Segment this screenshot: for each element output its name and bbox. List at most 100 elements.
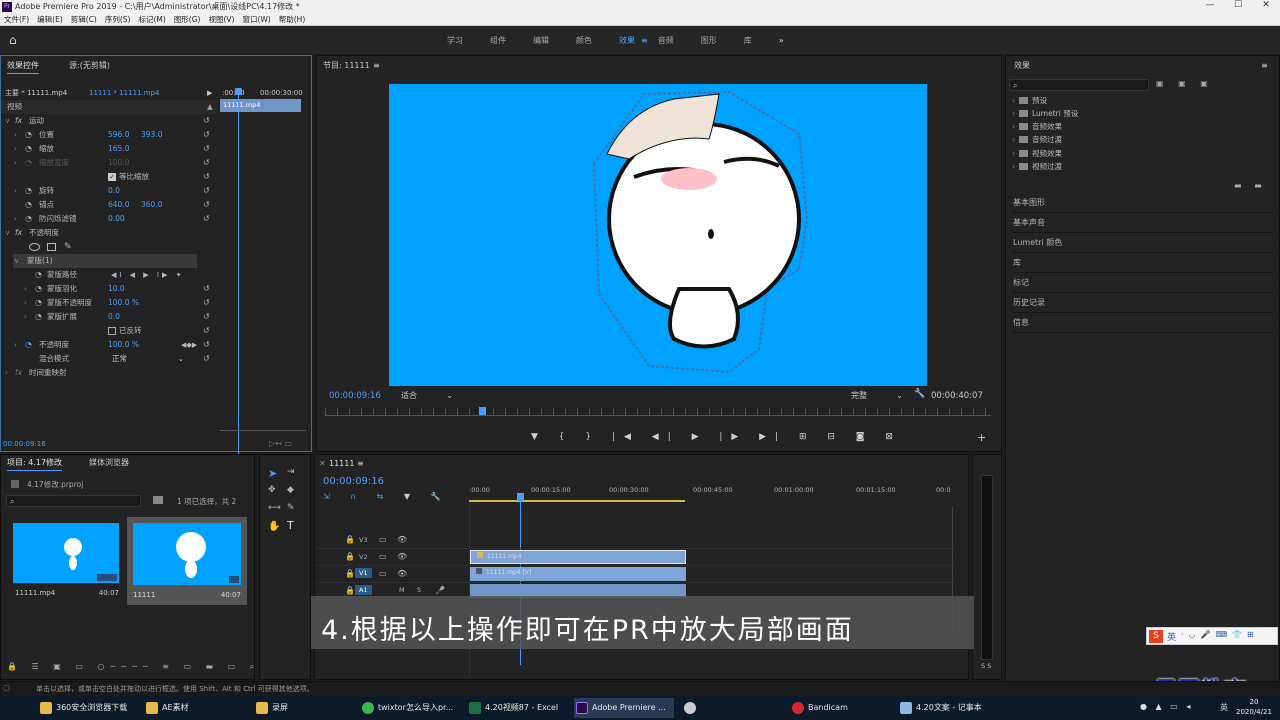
taskbar-item[interactable]: 4.20文案 - 记事本 bbox=[898, 698, 982, 718]
minimize-button[interactable]: — bbox=[1196, 0, 1224, 10]
project-item-selected[interactable]: 11111 40:07 bbox=[127, 517, 247, 605]
project-item[interactable]: 11111.mp4 40:07 bbox=[11, 519, 121, 599]
reset-icon[interactable]: ↺ bbox=[203, 212, 210, 226]
reset-icon[interactable]: ↺ bbox=[203, 324, 210, 338]
effects-search-input[interactable]: ⌕ bbox=[1009, 79, 1149, 91]
program-time-ruler[interactable] bbox=[325, 408, 991, 416]
stopwatch-icon[interactable]: ◔ bbox=[25, 198, 32, 212]
audio-meter-solo-labels[interactable]: S S bbox=[981, 662, 991, 670]
taskbar-item[interactable] bbox=[682, 698, 702, 718]
keyframe-nav-icon[interactable]: ◀◆▶ bbox=[181, 338, 197, 352]
ime-mode[interactable]: 英 bbox=[1167, 630, 1176, 643]
menu-clip[interactable]: 剪辑(C) bbox=[67, 14, 101, 25]
opacity-twirl-icon[interactable]: ∨ bbox=[5, 226, 10, 240]
effect-controls-tab[interactable]: 效果控件 bbox=[7, 58, 39, 74]
workspace-tab-graphics[interactable]: 图形 bbox=[701, 35, 717, 46]
timeline-ruler[interactable]: :00:00 00:00:15:00 00:00:30:00 00:00:45:… bbox=[469, 483, 955, 503]
rotation-twirl-icon[interactable]: › bbox=[14, 184, 17, 198]
workspace-tab-libraries[interactable]: 库 bbox=[744, 35, 752, 46]
effects-filter-icons[interactable]: ▣ ▣ ▣ bbox=[1156, 79, 1214, 88]
workspace-more-icon[interactable]: » bbox=[779, 36, 784, 45]
clip-v2[interactable]: 11111.mp4 bbox=[470, 550, 686, 564]
menu-markers[interactable]: 标记(M) bbox=[134, 14, 169, 25]
panel-info[interactable]: 信息 bbox=[1013, 313, 1273, 333]
taskbar-item[interactable]: 录屏 bbox=[254, 698, 288, 718]
taskbar-item[interactable]: AE素材 bbox=[144, 698, 189, 718]
mask-label[interactable]: 蒙版(1) bbox=[27, 254, 53, 268]
pen-tool-icon[interactable]: ✎ bbox=[287, 503, 295, 513]
type-tool-icon[interactable]: T bbox=[287, 519, 294, 532]
workspace-tab-audio[interactable]: 音频 bbox=[658, 35, 674, 46]
program-transport-controls[interactable]: ▼ { } |◀ ◀| ▶ |▶ ▶| ⊞ ⊟ ◙ ⊠ bbox=[531, 432, 893, 442]
workspace-tab-assembly[interactable]: 组件 bbox=[490, 35, 506, 46]
effects-item-lumetri-presets[interactable]: › Lumetri 预设 bbox=[1012, 107, 1078, 120]
anchor-y-value[interactable]: 360.0 bbox=[141, 198, 162, 212]
timeline-playhead-handle[interactable] bbox=[517, 493, 524, 501]
mask-track-controls[interactable]: ◀I ◀ ▶ I▶ ✦ bbox=[111, 268, 184, 282]
taskbar-item-active[interactable]: Adobe Premiere ... bbox=[574, 698, 674, 718]
ec-clip-bar[interactable]: 11111.mp4 bbox=[220, 99, 301, 112]
reset-icon[interactable]: ↺ bbox=[203, 296, 210, 310]
workspace-tab-learn[interactable]: 学习 bbox=[447, 35, 463, 46]
reset-icon[interactable]: ↺ bbox=[203, 156, 210, 170]
stopwatch-icon[interactable]: ◔ bbox=[35, 282, 42, 296]
mute-icon[interactable]: M bbox=[399, 586, 405, 594]
time-remap-twirl-icon[interactable]: › bbox=[5, 366, 8, 380]
ec-zoom-scrollbar[interactable] bbox=[220, 430, 306, 436]
effects-item-presets[interactable]: › 预设 bbox=[1012, 94, 1047, 107]
reset-icon[interactable]: ↺ bbox=[203, 198, 210, 212]
panel-essential-sound[interactable]: 基本声音 bbox=[1013, 213, 1273, 233]
ec-playhead[interactable] bbox=[238, 88, 239, 456]
ec-playhead-handle[interactable] bbox=[235, 88, 242, 95]
rotation-value[interactable]: 0.0 bbox=[108, 184, 120, 198]
eye-icon[interactable]: 👁 bbox=[397, 552, 407, 561]
position-y-value[interactable]: 393.0 bbox=[141, 128, 162, 142]
microphone-icon[interactable]: 🎤 bbox=[435, 586, 445, 595]
program-monitor-title[interactable]: 节目: 11111 bbox=[323, 58, 370, 74]
fit-select[interactable]: 适合 ⌄ bbox=[401, 390, 455, 402]
menu-window[interactable]: 窗口(W) bbox=[238, 14, 274, 25]
razor-tool-icon[interactable]: ◆ bbox=[287, 485, 294, 495]
scale-twirl-icon[interactable]: › bbox=[14, 142, 17, 156]
flicker-twirl-icon[interactable]: › bbox=[14, 212, 17, 226]
taskbar-item[interactable]: 4.20视频87 - Excel bbox=[467, 698, 558, 718]
stopwatch-icon[interactable]: ◔ bbox=[35, 268, 42, 282]
ripple-edit-tool-icon[interactable]: ✥ bbox=[268, 485, 276, 495]
add-button-icon[interactable]: + bbox=[977, 431, 986, 444]
project-search-input[interactable]: ⌕ bbox=[6, 495, 141, 507]
mask-twirl-icon[interactable]: ∨ bbox=[14, 254, 19, 268]
workspace-menu-icon[interactable]: ≡ bbox=[641, 36, 648, 45]
close-button[interactable]: ✕ bbox=[1252, 0, 1280, 10]
sequence-clip-label[interactable]: 11111 * 11111.mp4 bbox=[89, 85, 159, 101]
master-clip-label[interactable]: 主要 * 11111.mp4 bbox=[5, 85, 67, 101]
uniform-scale-checkbox[interactable]: ✓ bbox=[108, 173, 116, 181]
panel-essential-graphics[interactable]: 基本图形 bbox=[1013, 193, 1273, 213]
effects-item-video-effects[interactable]: › 视频效果 bbox=[1012, 147, 1062, 160]
stopwatch-icon[interactable]: ◔ bbox=[25, 212, 32, 226]
selection-tool-icon[interactable]: ➤ bbox=[268, 467, 277, 480]
ec-footer-icons[interactable]: ▷↤ ▭ bbox=[269, 439, 292, 448]
scale-value[interactable]: 165.0 bbox=[108, 142, 129, 156]
workspace-tab-color[interactable]: 颜色 bbox=[576, 35, 592, 46]
reset-icon[interactable]: ↺ bbox=[203, 184, 210, 198]
panel-history[interactable]: 历史记录 bbox=[1013, 293, 1273, 313]
mask-opacity-value[interactable]: 100.0 % bbox=[108, 296, 139, 310]
timeline-sequence-tab[interactable]: 11111 bbox=[329, 456, 354, 472]
lock-icon[interactable]: 🔒 bbox=[345, 569, 355, 578]
track-output-icon[interactable]: ▭ bbox=[379, 569, 387, 578]
program-canvas[interactable] bbox=[389, 84, 927, 386]
menu-help[interactable]: 帮助(H) bbox=[275, 14, 310, 25]
eye-icon[interactable]: 👁 bbox=[397, 569, 407, 578]
effects-item-audio-effects[interactable]: › 音频效果 bbox=[1012, 120, 1062, 133]
mask-feather-twirl-icon[interactable]: › bbox=[24, 282, 27, 296]
mask-expand-twirl-icon[interactable]: › bbox=[24, 310, 27, 324]
flicker-value[interactable]: 0.00 bbox=[108, 212, 125, 226]
opacity-value-twirl-icon[interactable]: › bbox=[14, 338, 17, 352]
home-icon[interactable]: ⌂ bbox=[9, 34, 21, 46]
ime-toolbar[interactable]: S 英 ·◡🎤⌨👕⊞ bbox=[1146, 627, 1278, 645]
program-timecode[interactable]: 00:00:09:16 bbox=[329, 391, 381, 401]
mask-expand-value[interactable]: 0.0 bbox=[108, 310, 120, 324]
panel-menu-icon[interactable]: ≡ bbox=[1261, 58, 1268, 74]
lock-icon[interactable]: 🔒 bbox=[345, 586, 355, 595]
workspace-tab-editing[interactable]: 编辑 bbox=[533, 35, 549, 46]
